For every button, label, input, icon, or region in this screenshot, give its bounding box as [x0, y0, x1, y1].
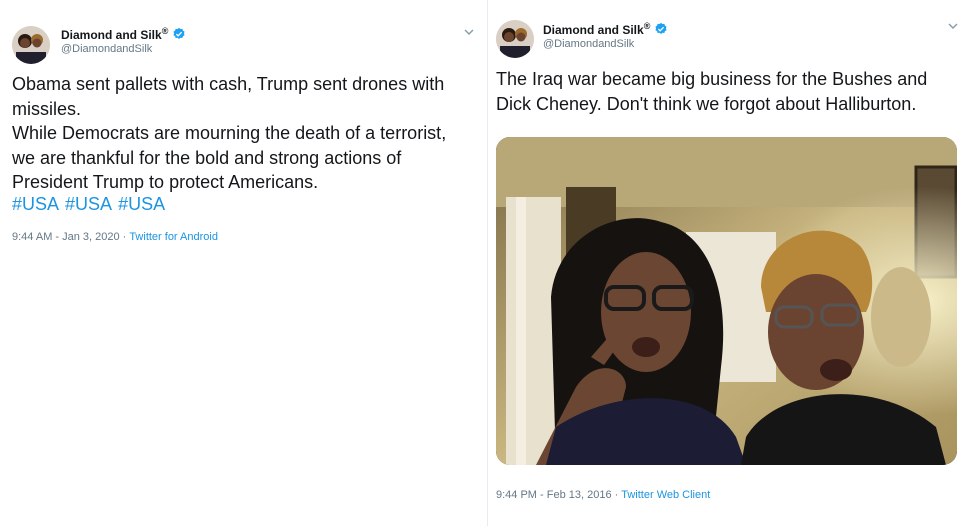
avatar-image	[12, 26, 50, 64]
tweet-meta: 9:44 AM - Jan 3, 2020 · Twitter for Andr…	[12, 231, 218, 243]
hashtag-link[interactable]: #USA	[118, 194, 165, 215]
client-link[interactable]: Twitter Web Client	[621, 489, 710, 501]
author-handle[interactable]: @DiamondandSilk	[61, 43, 152, 55]
author-name-row: Diamond and Silk®	[543, 21, 668, 37]
chevron-down-icon[interactable]	[463, 26, 475, 38]
timestamp[interactable]: 9:44 PM - Feb 13, 2016	[496, 489, 612, 501]
author-name[interactable]: Diamond and Silk®	[61, 26, 168, 42]
verified-badge-icon	[655, 22, 667, 34]
tweet-card: Diamond and Silk® @DiamondandSilk Obama …	[0, 0, 488, 526]
verified-badge-icon	[173, 27, 185, 39]
tweet-photo[interactable]	[496, 137, 957, 465]
separator: ·	[614, 489, 619, 501]
avatar-image	[496, 20, 534, 58]
avatar[interactable]	[12, 26, 50, 64]
client-link[interactable]: Twitter for Android	[129, 231, 218, 243]
separator: ·	[122, 231, 127, 243]
tweet-text: The Iraq war became big business for the…	[496, 69, 928, 114]
timestamp[interactable]: 9:44 AM - Jan 3, 2020	[12, 231, 120, 243]
tweet-meta: 9:44 PM - Feb 13, 2016 · Twitter Web Cli…	[496, 489, 710, 501]
author-name[interactable]: Diamond and Silk®	[543, 21, 650, 37]
hashtag-list: #USA #USA #USA	[12, 194, 165, 215]
avatar[interactable]	[496, 20, 534, 58]
tweet-text: Obama sent pallets with cash, Trump sent…	[12, 74, 447, 192]
tweet-card: Diamond and Silk® @DiamondandSilk The Ir…	[489, 0, 980, 526]
hashtag-link[interactable]: #USA	[65, 194, 112, 215]
photo-image	[496, 137, 957, 465]
author-name-row: Diamond and Silk®	[61, 26, 186, 42]
author-handle[interactable]: @DiamondandSilk	[543, 38, 634, 50]
chevron-down-icon[interactable]	[947, 20, 959, 32]
hashtag-link[interactable]: #USA	[12, 194, 59, 215]
